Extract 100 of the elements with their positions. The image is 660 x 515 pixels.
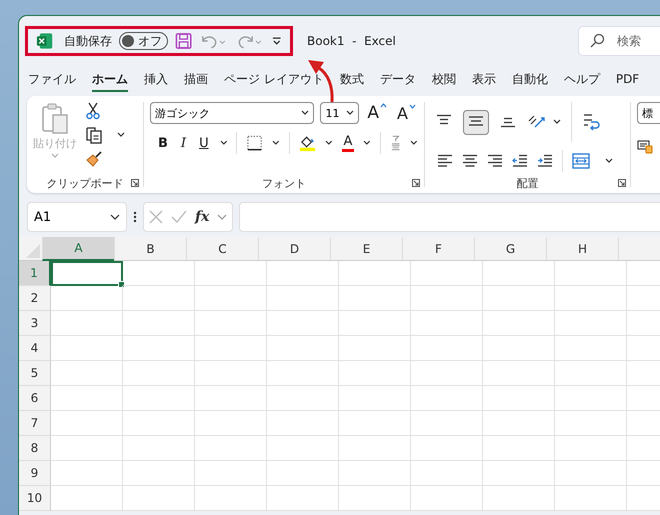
sheet-cell[interactable]: [411, 361, 483, 386]
sheet-cell[interactable]: [555, 436, 627, 461]
ribbon-tab[interactable]: ページ レイアウト: [224, 68, 324, 92]
column-header[interactable]: B: [114, 237, 186, 261]
sheet-cell[interactable]: [195, 486, 267, 511]
row-header[interactable]: 7: [19, 411, 51, 436]
sheet-cell[interactable]: [339, 311, 411, 336]
sheet-cell[interactable]: [195, 261, 267, 286]
chevron-down-icon[interactable]: [272, 140, 280, 146]
sheet-cell[interactable]: [51, 336, 123, 361]
check-icon[interactable]: [171, 210, 187, 224]
chevron-down-icon[interactable]: [220, 140, 228, 146]
sheet-cell[interactable]: [411, 436, 483, 461]
chevron-down-icon[interactable]: [363, 140, 372, 146]
sheet-cell[interactable]: [123, 261, 195, 286]
column-header[interactable]: D: [258, 237, 330, 261]
sheet-cell[interactable]: [123, 436, 195, 461]
scissors-icon[interactable]: [85, 102, 101, 120]
sheet-cell[interactable]: [339, 486, 411, 511]
sheet-cell[interactable]: [555, 361, 627, 386]
chevron-down-icon[interactable]: [324, 140, 333, 146]
grow-font-button[interactable]: A: [365, 103, 390, 123]
decrease-indent-icon[interactable]: [512, 154, 528, 168]
active-cell[interactable]: [51, 261, 123, 286]
ribbon-tab[interactable]: 数式: [340, 68, 364, 92]
conditional-format-icon[interactable]: [637, 138, 653, 154]
align-left-icon[interactable]: [437, 154, 453, 168]
column-header[interactable]: C: [186, 237, 258, 261]
sheet-cell[interactable]: [339, 411, 411, 436]
sheet-cell[interactable]: [555, 261, 627, 286]
row-header[interactable]: 8: [19, 436, 51, 461]
insert-function-button[interactable]: fx: [195, 209, 210, 225]
formula-input[interactable]: [239, 202, 660, 232]
sheet-cell[interactable]: [483, 436, 555, 461]
sheet-cell[interactable]: [267, 261, 339, 286]
search-field[interactable]: 検索: [578, 26, 660, 56]
paintbrush-icon[interactable]: [85, 150, 103, 168]
sheet-cell[interactable]: [267, 486, 339, 511]
dialog-launcher-icon[interactable]: [131, 179, 139, 187]
sheet-cell[interactable]: [51, 286, 123, 311]
sheet-cell[interactable]: [123, 286, 195, 311]
ribbon-tab[interactable]: 自動化: [512, 68, 548, 92]
align-center-icon[interactable]: [462, 154, 478, 168]
sheet-cell[interactable]: [483, 486, 555, 511]
sheet-cell[interactable]: [555, 286, 627, 311]
sheet-cell[interactable]: [51, 311, 123, 336]
sheet-cell[interactable]: [51, 361, 123, 386]
font-name-dropdown[interactable]: 游ゴシック: [150, 102, 314, 124]
sheet-cell[interactable]: [267, 361, 339, 386]
italic-button[interactable]: I: [178, 136, 188, 150]
sheet-cell[interactable]: [195, 361, 267, 386]
sheet-cell[interactable]: [123, 411, 195, 436]
align-right-icon[interactable]: [487, 154, 503, 168]
save-icon[interactable]: [175, 32, 192, 50]
ribbon-tab[interactable]: ヘルプ: [564, 68, 600, 92]
sheet-cell[interactable]: [339, 336, 411, 361]
sheet-cell[interactable]: [339, 436, 411, 461]
customize-dropdown-icon[interactable]: [270, 35, 282, 47]
sheet-cell[interactable]: [267, 411, 339, 436]
row-header[interactable]: 5: [19, 361, 51, 386]
column-header[interactable]: G: [474, 237, 546, 261]
fill-color-icon[interactable]: [298, 134, 316, 152]
sheet-cell[interactable]: [483, 286, 555, 311]
row-header[interactable]: 4: [19, 336, 51, 361]
ribbon-tab[interactable]: 表示: [472, 68, 496, 92]
sheet-cell[interactable]: [411, 311, 483, 336]
row-header[interactable]: 2: [19, 286, 51, 311]
row-header[interactable]: 6: [19, 386, 51, 411]
font-size-dropdown[interactable]: 11: [320, 102, 360, 124]
sheet-cell[interactable]: [267, 286, 339, 311]
sheet-cell[interactable]: [195, 436, 267, 461]
sheet-cell[interactable]: [339, 361, 411, 386]
sheet-cell[interactable]: [267, 436, 339, 461]
wrap-text-icon[interactable]: [582, 112, 600, 132]
sheet-cell[interactable]: [195, 311, 267, 336]
column-header[interactable]: H: [546, 237, 618, 261]
dialog-launcher-icon[interactable]: [618, 179, 626, 187]
sheet-cell[interactable]: [267, 336, 339, 361]
sheet-cell[interactable]: [483, 411, 555, 436]
sheet-cell[interactable]: [51, 386, 123, 411]
sheet-cell[interactable]: [51, 486, 123, 511]
sheet-cell[interactable]: [411, 386, 483, 411]
sheet-cell[interactable]: [483, 361, 555, 386]
sheet-cell[interactable]: [483, 336, 555, 361]
ribbon-tab[interactable]: 校閲: [432, 68, 456, 92]
sheet-cell[interactable]: [195, 461, 267, 486]
select-all-corner[interactable]: [19, 237, 42, 261]
dialog-launcher-icon[interactable]: [412, 179, 420, 187]
sheet-cell[interactable]: [411, 411, 483, 436]
column-header[interactable]: F: [402, 237, 474, 261]
ribbon-tab[interactable]: ホーム: [92, 68, 128, 92]
borders-icon[interactable]: [246, 134, 264, 152]
sheet-cell[interactable]: [411, 486, 483, 511]
row-header[interactable]: 3: [19, 311, 51, 336]
sheet-cell[interactable]: [339, 386, 411, 411]
sheet-cell[interactable]: [195, 286, 267, 311]
merge-cells-icon[interactable]: [572, 153, 590, 169]
autosave-toggle[interactable]: オフ: [119, 32, 168, 50]
sheet-cell[interactable]: [483, 311, 555, 336]
sheet-cell[interactable]: [123, 311, 195, 336]
